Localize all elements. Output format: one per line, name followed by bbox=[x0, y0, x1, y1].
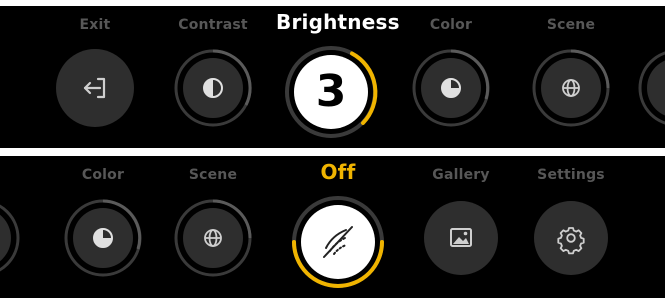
menu-item-partial bbox=[634, 6, 665, 148]
color-icon bbox=[441, 78, 461, 98]
menu-item-label: Contrast bbox=[178, 17, 248, 33]
menu-item-label: Off bbox=[320, 160, 356, 184]
menu-item-off[interactable]: Off bbox=[283, 156, 393, 298]
brightness-dial[interactable]: 3 bbox=[283, 44, 379, 140]
partial-dial bbox=[638, 49, 665, 127]
color-dial[interactable] bbox=[412, 49, 490, 127]
menu-item-scene[interactable]: Scene bbox=[158, 156, 268, 298]
menu-item-gallery[interactable]: Gallery bbox=[406, 156, 516, 298]
menu-item-settings[interactable]: Settings bbox=[516, 156, 626, 298]
menu-item-label: Scene bbox=[546, 17, 596, 33]
contrast-dial[interactable] bbox=[174, 49, 252, 127]
menu-item-label: Exit bbox=[79, 17, 111, 33]
menu-item-color[interactable]: Color bbox=[396, 6, 506, 148]
menu-item-label: Settings bbox=[537, 167, 605, 183]
settings-button[interactable] bbox=[532, 199, 610, 277]
menu-item-exit[interactable]: Exit bbox=[40, 6, 150, 148]
brightness-value: 3 bbox=[315, 66, 347, 117]
menu-item-partial bbox=[0, 156, 36, 298]
color-dial[interactable] bbox=[64, 199, 142, 277]
color-icon bbox=[93, 228, 113, 248]
menu-item-label: Color bbox=[429, 17, 473, 33]
top-menu-bar: Exit Contrast Brightness 3 Color Scene bbox=[0, 6, 665, 148]
menu-item-scene[interactable]: Scene bbox=[516, 6, 626, 148]
off-dial[interactable] bbox=[290, 194, 386, 290]
menu-item-brightness[interactable]: Brightness 3 bbox=[276, 6, 400, 148]
menu-item-label: Gallery bbox=[432, 167, 490, 183]
bottom-menu-bar: Color Scene Off Gallery Settings bbox=[0, 156, 665, 298]
menu-item-color[interactable]: Color bbox=[48, 156, 158, 298]
partial-dial bbox=[0, 199, 20, 277]
menu-item-label: Brightness bbox=[276, 10, 400, 34]
menu-item-contrast[interactable]: Contrast bbox=[158, 6, 268, 148]
exit-button[interactable] bbox=[56, 49, 134, 127]
menu-item-label: Color bbox=[81, 167, 125, 183]
scene-dial[interactable] bbox=[532, 49, 610, 127]
menu-item-label: Scene bbox=[188, 167, 238, 183]
gallery-button[interactable] bbox=[422, 199, 500, 277]
scene-dial[interactable] bbox=[174, 199, 252, 277]
